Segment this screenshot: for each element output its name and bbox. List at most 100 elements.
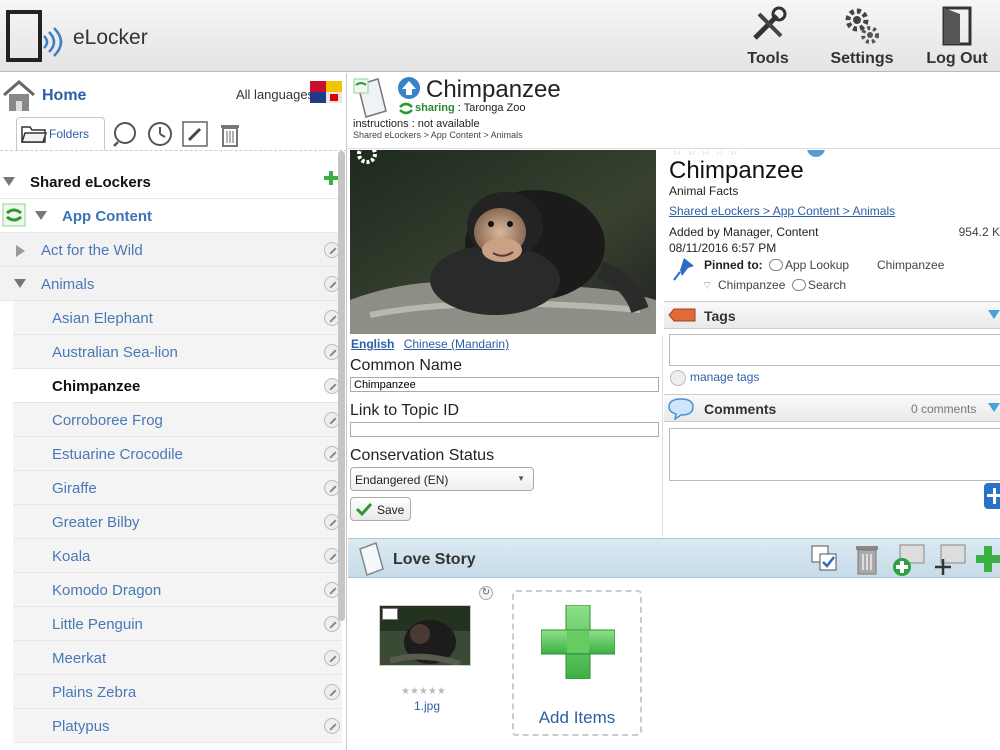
globe-icon[interactable] xyxy=(806,150,826,158)
wrench-icon[interactable] xyxy=(324,684,340,700)
common-name-input[interactable] xyxy=(350,377,659,392)
comment-input[interactable] xyxy=(669,428,1000,481)
tree-item-australian-sea-lion[interactable]: Australian Sea-lion xyxy=(13,335,342,369)
settings-button[interactable]: Settings xyxy=(826,4,898,70)
chat-icon xyxy=(769,259,783,271)
tree-item-label: Komodo Dragon xyxy=(52,582,162,599)
comment-icon xyxy=(668,398,694,420)
gear-icon xyxy=(845,8,879,44)
rating-stars[interactable]: ★★★★★ xyxy=(401,686,446,697)
tree-item-label: Shared eLockers xyxy=(30,174,151,191)
tree-item-label: Platypus xyxy=(52,718,110,735)
expand-arrow-icon[interactable] xyxy=(988,310,1000,319)
trash-icon[interactable] xyxy=(854,543,880,575)
collapse-icon[interactable] xyxy=(16,245,25,257)
comments-section-header[interactable]: Comments 0 comments xyxy=(664,394,1000,422)
tree-item-act-for-the-wild[interactable]: Act for the Wild xyxy=(0,233,342,267)
tree-item-greater-bilby[interactable]: Greater Bilby xyxy=(13,505,342,539)
trash-icon[interactable] xyxy=(219,121,241,147)
tree-item-label: Greater Bilby xyxy=(52,514,140,531)
manage-tags-link[interactable]: manage tags xyxy=(690,370,759,384)
tree-item-animals[interactable]: Animals xyxy=(0,267,342,301)
tools-button[interactable]: Tools xyxy=(740,4,796,70)
conservation-status-select[interactable]: Endangered (EN) xyxy=(350,467,534,491)
link-to-topic-input[interactable] xyxy=(350,422,659,437)
details-path-link[interactable]: Shared eLockers > App Content > Animals xyxy=(669,204,895,218)
tree-item-shared-elockers[interactable]: Shared eLockers xyxy=(0,165,342,199)
tab-folders[interactable]: Folders xyxy=(16,117,105,150)
expand-icon[interactable] xyxy=(3,177,15,186)
tags-section-header[interactable]: Tags xyxy=(664,301,1000,329)
tree-item-plains-zebra[interactable]: Plains Zebra xyxy=(13,675,342,709)
rotate-icon[interactable]: ↻ xyxy=(479,586,493,600)
home-row[interactable]: Home All languages xyxy=(0,73,346,117)
zoom-in-icon[interactable] xyxy=(892,543,926,577)
tree-item-estuarine-crocodile[interactable]: Estuarine Crocodile xyxy=(13,437,342,471)
tree-item-asian-elephant[interactable]: Asian Elephant xyxy=(13,301,342,335)
wrench-icon[interactable] xyxy=(670,370,686,386)
add-icon[interactable] xyxy=(324,171,338,185)
pin-label: App Lookup xyxy=(785,258,850,272)
common-name-label: Common Name xyxy=(350,357,463,374)
breadcrumb[interactable]: Shared eLockers > App Content > Animals xyxy=(353,130,523,140)
expand-icon[interactable] xyxy=(35,211,47,220)
wrench-icon[interactable] xyxy=(324,650,340,666)
file-name-link[interactable]: 1.jpg xyxy=(414,699,440,713)
move-icon[interactable] xyxy=(933,543,967,577)
tree-item-label: Act for the Wild xyxy=(41,242,143,259)
pin-chimpanzee-2[interactable]: ⌔ Chimpanzee xyxy=(702,278,785,292)
content-header: Chimpanzee sharing : Taronga Zoo instruc… xyxy=(348,73,1000,149)
edit-icon[interactable] xyxy=(182,121,208,147)
flags-icon[interactable] xyxy=(310,81,342,103)
tree-item-label: Animals xyxy=(41,276,95,293)
tags-box[interactable] xyxy=(669,334,1000,366)
tree-item-app-content[interactable]: App Content xyxy=(0,199,342,233)
sidebar-toolbar: Folders xyxy=(0,117,346,151)
expand-icon[interactable] xyxy=(14,279,26,288)
sidebar-scrollbar[interactable] xyxy=(338,151,345,621)
language-english-link[interactable]: English xyxy=(351,337,394,351)
tree-item-giraffe[interactable]: Giraffe xyxy=(13,471,342,505)
home-label[interactable]: Home xyxy=(42,87,86,105)
tree-item-chimpanzee[interactable]: Chimpanzee xyxy=(13,369,342,403)
tree-item-label: Meerkat xyxy=(52,650,107,667)
tools-icon xyxy=(753,6,787,40)
save-button[interactable]: Save xyxy=(350,497,411,521)
pin-chimpanzee-1[interactable]: Chimpanzee xyxy=(877,258,944,272)
comments-title: Comments xyxy=(704,401,777,417)
tree-item-platypus[interactable]: Platypus xyxy=(13,709,342,743)
tree-item-little-penguin[interactable]: Little Penguin xyxy=(13,607,342,641)
tree-item-label: Koala xyxy=(52,548,91,565)
all-languages-label[interactable]: All languages xyxy=(236,87,314,102)
add-icon[interactable] xyxy=(976,544,1000,574)
chat-icon xyxy=(792,279,806,291)
story-item-thumbnail[interactable] xyxy=(379,605,471,666)
select-all-icon[interactable] xyxy=(810,544,840,574)
tree-item-corroboree-frog[interactable]: Corroboree Frog xyxy=(13,403,342,437)
expand-arrow-icon[interactable] xyxy=(988,403,1000,412)
logout-label: Log Out xyxy=(926,50,988,67)
tree-item-label: Corroboree Frog xyxy=(52,412,163,429)
language-chinese-link[interactable]: Chinese (Mandarin) xyxy=(404,337,509,351)
tree-item-meerkat[interactable]: Meerkat xyxy=(13,641,342,675)
pinned-label: Pinned to: xyxy=(704,258,763,272)
add-items-button[interactable]: Add Items xyxy=(512,590,642,736)
gear-icon[interactable] xyxy=(354,150,380,168)
logout-button[interactable]: Log Out xyxy=(922,4,992,70)
add-comment-icon[interactable] xyxy=(984,483,1000,509)
wrench-icon[interactable] xyxy=(324,718,340,734)
conservation-status-label: Conservation Status xyxy=(350,447,495,464)
search-icon[interactable] xyxy=(112,121,138,147)
added-by-text: Added by Manager, Content xyxy=(669,225,819,239)
clock-icon[interactable] xyxy=(147,121,173,147)
pin-label: Search xyxy=(808,278,847,292)
tree-item-komodo-dragon[interactable]: Komodo Dragon xyxy=(13,573,342,607)
document-icon xyxy=(353,78,387,118)
plus-icon xyxy=(541,605,615,679)
pin-search[interactable]: Search xyxy=(792,278,846,292)
upload-icon[interactable] xyxy=(397,76,421,100)
tree-item-koala[interactable]: Koala xyxy=(13,539,342,573)
door-icon xyxy=(942,6,972,46)
language-links: English Chinese (Mandarin) xyxy=(351,337,515,351)
pin-app-lookup[interactable]: App Lookup xyxy=(769,258,849,272)
